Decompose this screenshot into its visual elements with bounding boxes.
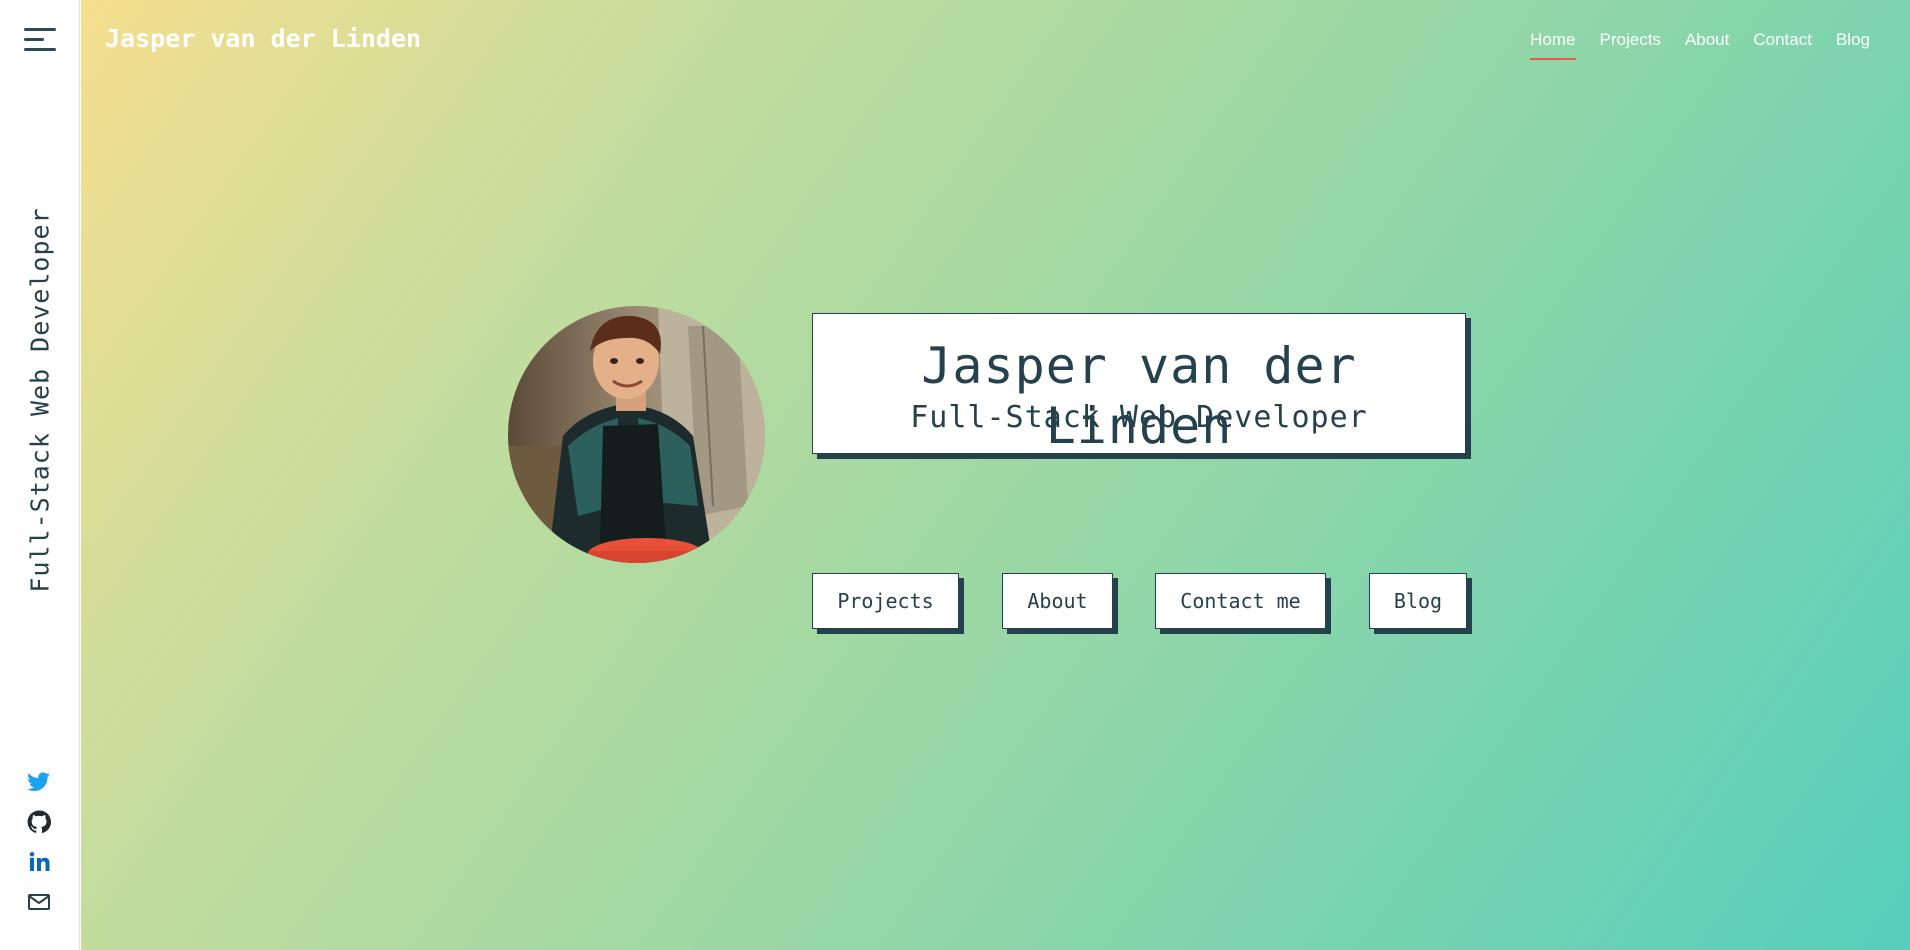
nav-home[interactable]: Home	[1530, 30, 1576, 60]
site-brand[interactable]: Jasper van der Linden	[105, 24, 421, 53]
blog-button[interactable]: Blog	[1369, 573, 1467, 629]
nav-projects[interactable]: Projects	[1600, 30, 1661, 60]
hero-role: Full-Stack Web Developer	[910, 400, 1368, 435]
mail-icon[interactable]	[27, 890, 53, 916]
about-button[interactable]: About	[1002, 573, 1113, 629]
nav-about[interactable]: About	[1685, 30, 1729, 60]
github-icon[interactable]	[27, 810, 53, 836]
sidebar: Full-Stack Web Developer	[0, 0, 80, 950]
social-links	[0, 770, 80, 930]
hero-name: Jasper van der Linden	[921, 337, 1357, 455]
twitter-icon[interactable]	[27, 770, 53, 796]
nav-blog[interactable]: Blog	[1836, 30, 1870, 60]
contact-button[interactable]: Contact me	[1155, 573, 1326, 629]
menu-icon[interactable]	[22, 26, 58, 54]
hero-section: Jasper van der Linden Home Projects Abou…	[81, 0, 1910, 950]
sidebar-tagline: Full-Stack Web Developer	[25, 207, 55, 593]
avatar	[508, 306, 765, 563]
linkedin-icon[interactable]	[27, 850, 53, 876]
hero-title-card: Jasper van der Linden Full-Stack Web Dev…	[812, 313, 1466, 455]
nav-contact[interactable]: Contact	[1753, 30, 1812, 60]
top-nav: Home Projects About Contact Blog	[1530, 30, 1870, 60]
projects-button[interactable]: Projects	[812, 573, 959, 629]
